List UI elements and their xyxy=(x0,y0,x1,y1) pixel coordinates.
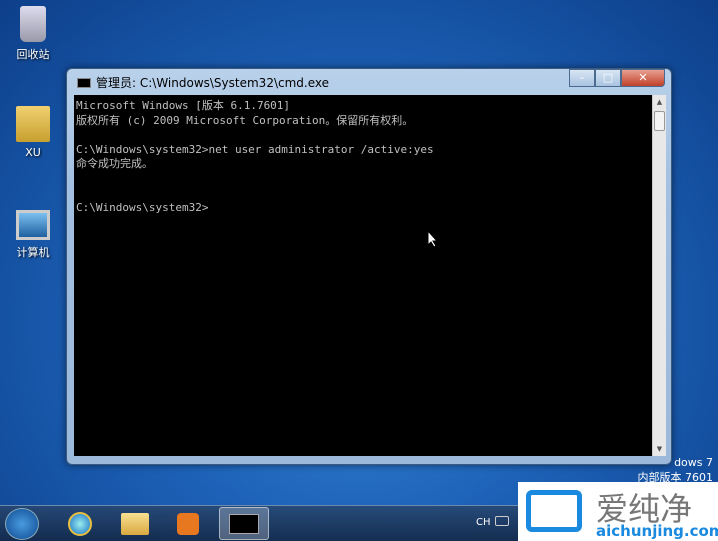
scroll-down-arrow-icon[interactable]: ▼ xyxy=(653,442,666,456)
console-line: C:\Windows\system32>net user administrat… xyxy=(76,142,434,156)
cmd-window[interactable]: 管理员: C:\Windows\System32\cmd.exe – □ ✕ M… xyxy=(66,68,672,465)
taskbar-explorer[interactable] xyxy=(110,507,160,540)
watermark-url: aichunjing.com xyxy=(596,522,718,540)
computer-icon xyxy=(16,210,50,240)
console-line: 命令成功完成。 xyxy=(76,157,153,170)
taskbar-media-player[interactable] xyxy=(163,507,213,540)
window-title: 管理员: C:\Windows\System32\cmd.exe xyxy=(96,76,329,90)
mouse-cursor-icon xyxy=(427,230,439,248)
desktop-icon-label: 回收站 xyxy=(16,48,50,61)
console-output[interactable]: Microsoft Windows [版本 6.1.7601] 版权所有 (c) … xyxy=(74,95,652,456)
close-button[interactable]: ✕ xyxy=(621,69,665,87)
scroll-thumb[interactable] xyxy=(654,111,665,131)
console-line: 版权所有 (c) 2009 Microsoft Corporation。保留所有… xyxy=(76,113,414,127)
explorer-folder-icon xyxy=(121,512,149,535)
taskbar-internet-explorer[interactable] xyxy=(55,507,105,540)
desktop-icon-label: 计算机 xyxy=(16,246,50,259)
desktop-icon-user[interactable]: XU xyxy=(3,106,63,159)
internet-explorer-icon xyxy=(68,511,92,536)
minimize-button[interactable]: – xyxy=(569,69,595,87)
user-folder-icon xyxy=(16,106,50,142)
scroll-up-arrow-icon[interactable]: ▲ xyxy=(653,95,666,109)
window-title-bar[interactable]: 管理员: C:\Windows\System32\cmd.exe xyxy=(77,74,329,91)
start-button[interactable] xyxy=(5,508,39,540)
cmd-icon xyxy=(229,513,259,534)
watermark-logo-icon xyxy=(526,490,582,532)
console-line: Microsoft Windows [版本 6.1.7601] xyxy=(76,99,291,112)
keyboard-icon[interactable] xyxy=(495,516,509,526)
media-player-icon xyxy=(177,512,199,535)
recycle-bin-icon xyxy=(20,6,46,42)
console-line: C:\Windows\system32> xyxy=(76,200,209,214)
desktop-icon-computer[interactable]: 计算机 xyxy=(3,210,63,260)
desktop-icon-label: XU xyxy=(25,146,41,159)
desktop-icon-recycle-bin[interactable]: 回收站 xyxy=(3,6,63,62)
windows-branding: dows 7 内部版本 7601 xyxy=(638,455,714,485)
vertical-scrollbar[interactable]: ▲ ▼ xyxy=(652,95,666,456)
branding-line: dows 7 xyxy=(674,456,713,469)
language-indicator[interactable]: CH xyxy=(476,517,491,528)
maximize-button[interactable]: □ xyxy=(595,69,621,87)
cmd-icon xyxy=(77,77,91,88)
taskbar-cmd[interactable] xyxy=(219,507,269,540)
watermark: 爱纯净 aichunjing.com xyxy=(518,482,718,541)
